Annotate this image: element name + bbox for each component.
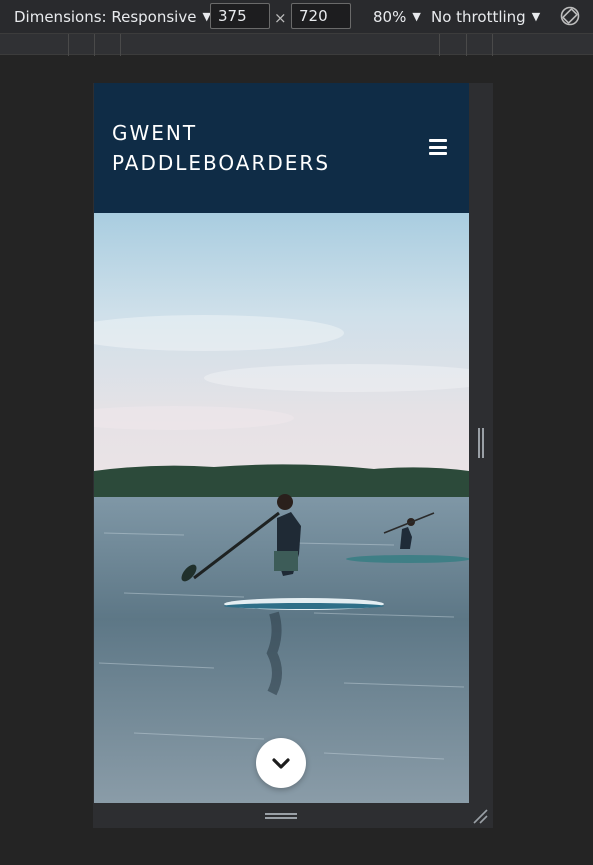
dimension-separator: ×: [274, 9, 287, 27]
paddleboarders-photo: [94, 213, 469, 803]
ruler-tick: [120, 34, 121, 56]
ruler-tick: [68, 34, 69, 56]
site-header: GWENT PADDLEBOARDERS: [94, 83, 469, 213]
height-input[interactable]: 720: [291, 3, 351, 29]
scroll-down-button[interactable]: [256, 738, 306, 788]
throttling-dropdown[interactable]: No throttling ▼: [431, 0, 540, 33]
site-brand[interactable]: GWENT PADDLEBOARDERS: [112, 118, 330, 178]
width-input[interactable]: 375: [210, 3, 270, 29]
rotate-icon[interactable]: [559, 5, 581, 27]
resize-handle-right[interactable]: [478, 428, 484, 458]
dimensions-dropdown[interactable]: Dimensions: Responsive ▼: [14, 0, 211, 33]
resize-corner-icon[interactable]: [472, 808, 488, 824]
dropdown-arrow-icon: ▼: [531, 10, 541, 23]
hero-image: [94, 213, 469, 803]
hamburger-icon[interactable]: [429, 139, 447, 155]
zoom-label: 80%: [373, 7, 407, 26]
dimensions-label: Dimensions: Responsive: [14, 7, 197, 26]
resize-handle-bottom[interactable]: [265, 813, 297, 819]
brand-line1: GWENT: [112, 121, 198, 145]
ruler-tick: [94, 34, 95, 56]
zoom-dropdown[interactable]: 80% ▼: [373, 0, 421, 33]
media-query-bar: [0, 33, 593, 56]
throttling-label: No throttling: [431, 7, 526, 26]
brand-line2: PADDLEBOARDERS: [112, 151, 331, 175]
chevron-down-icon: [272, 758, 290, 769]
device-toolbar: Dimensions: Responsive ▼ 375 × 720 80% ▼…: [0, 0, 593, 33]
ruler-tick: [439, 34, 440, 56]
dropdown-arrow-icon: ▼: [412, 10, 421, 23]
ruler-tick: [492, 34, 493, 56]
ruler-tick: [466, 34, 467, 56]
emulated-page: GWENT PADDLEBOARDERS: [94, 83, 469, 803]
